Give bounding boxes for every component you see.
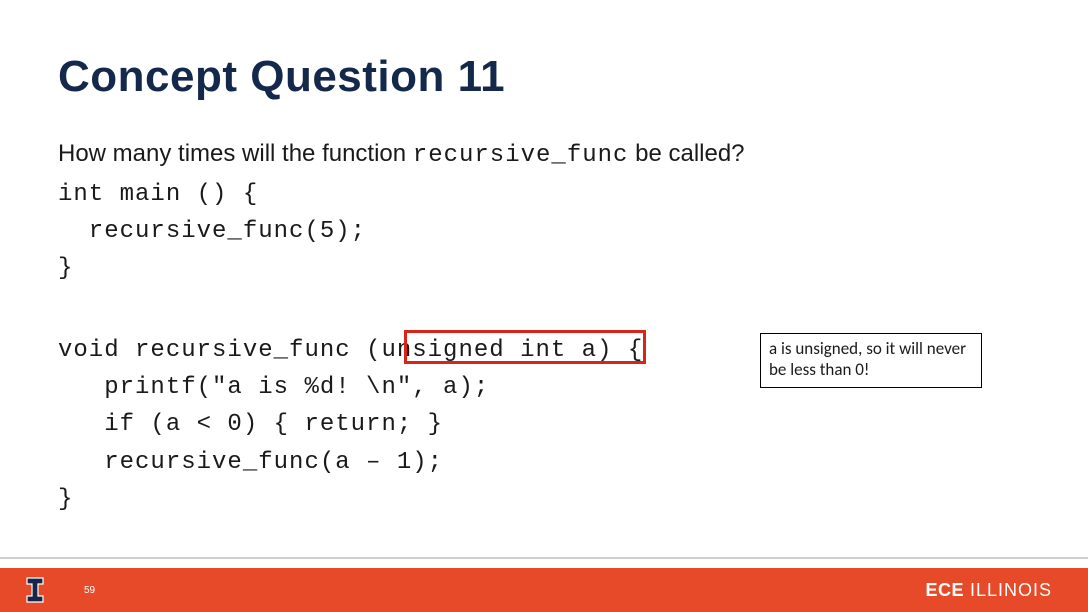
question-prefix: How many times will the function [58,140,413,167]
question-inline-code: recursive_func [413,142,629,169]
footer-left: 59 [26,577,95,603]
code-block-main: int main () { recursive_func(5); } [58,176,366,288]
footer-bar: 59 ECE ILLINOIS [0,568,1088,612]
divider-line [0,557,1088,559]
annotation-callout: a is unsigned, so it will never be less … [760,333,982,388]
highlight-box [404,330,646,364]
footer-right: ECE ILLINOIS [925,580,1052,601]
slide-title: Concept Question 11 [58,52,505,102]
question-text: How many times will the function recursi… [58,140,745,169]
question-suffix: be called? [628,140,744,167]
illinois-block-i-icon [26,577,44,603]
page-number: 59 [84,585,95,596]
brand-ece: ECE [925,580,964,601]
slide: Concept Question 11 How many times will … [0,0,1088,612]
brand-illinois: ILLINOIS [970,580,1052,601]
